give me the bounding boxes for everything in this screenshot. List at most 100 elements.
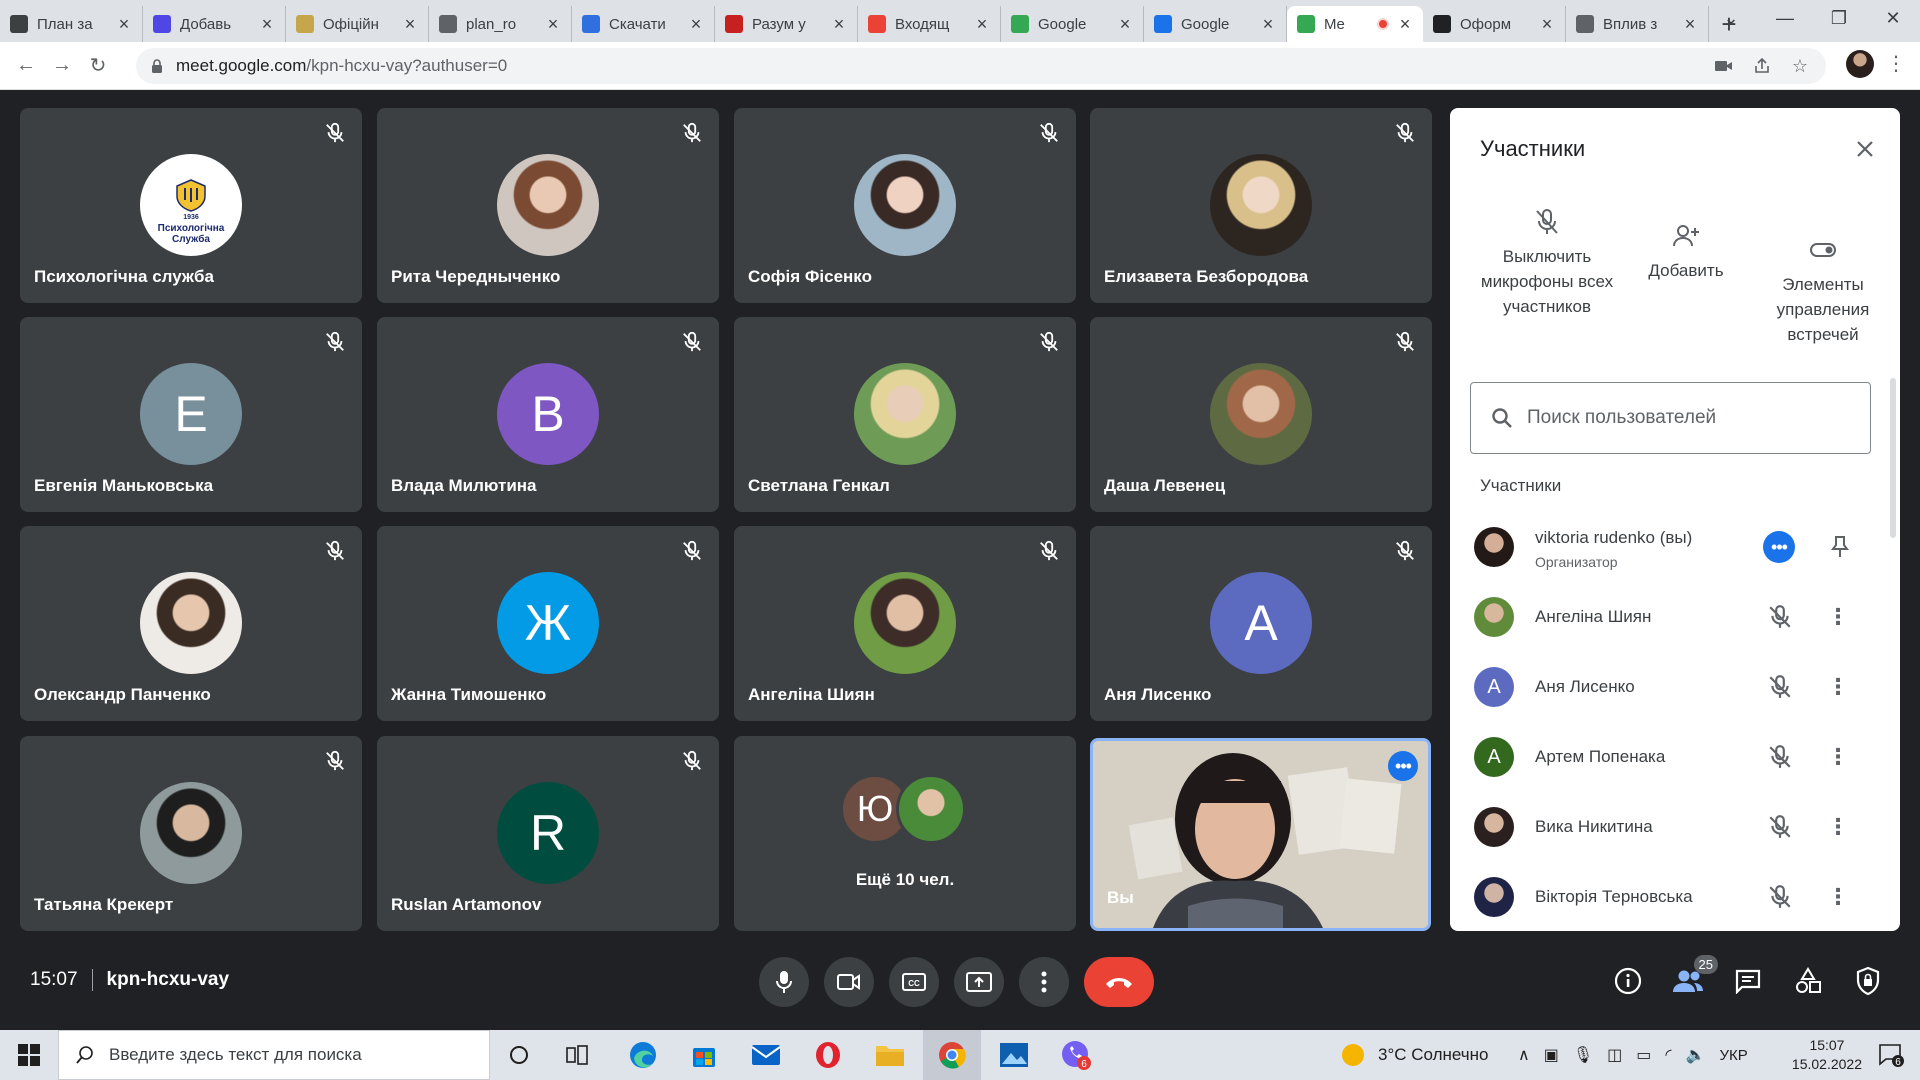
mic-off-icon[interactable] xyxy=(1766,603,1794,631)
address-bar[interactable]: meet.google.com/kpn-hcxu-vay?authuser=0 … xyxy=(136,48,1826,84)
profile-avatar[interactable] xyxy=(1846,50,1874,78)
browser-tab-5[interactable]: Разум у × xyxy=(715,6,858,42)
participant-list-item[interactable]: Ангеліна Шиян ⋮ xyxy=(1450,582,1900,652)
meeting-controls-button[interactable]: Элементы управления встречей xyxy=(1758,236,1888,347)
leave-call-button[interactable] xyxy=(1084,957,1154,1007)
participant-tile[interactable]: А Аня Лисенко xyxy=(1090,526,1432,721)
participant-list-item[interactable]: А Артем Попенака ⋮ xyxy=(1450,722,1900,792)
participant-list-item[interactable]: А Аня Лисенко ⋮ xyxy=(1450,652,1900,722)
mic-off-icon[interactable] xyxy=(1766,813,1794,841)
lock-icon[interactable] xyxy=(150,59,164,73)
viber-icon[interactable]: 6 xyxy=(1047,1030,1105,1080)
participant-tile[interactable]: Светлана Генкал xyxy=(734,317,1076,512)
more-vert-icon[interactable]: ⋮ xyxy=(1827,673,1849,701)
camera-button[interactable] xyxy=(824,957,874,1007)
participant-tile[interactable]: 1936 Психологічна Служба Психологічна служ… xyxy=(20,108,362,303)
participant-search-input[interactable] xyxy=(1527,407,1827,429)
back-arrow-icon[interactable]: ← xyxy=(8,48,44,84)
tab-close-icon[interactable]: × xyxy=(1682,14,1698,35)
people-button[interactable]: 25 xyxy=(1670,955,1718,999)
browser-tab-11[interactable]: Вплив з × xyxy=(1566,6,1709,42)
participant-search[interactable] xyxy=(1470,382,1871,454)
microphone-button[interactable] xyxy=(759,957,809,1007)
participant-list-item[interactable]: Вікторія Терновська ⋮ xyxy=(1450,862,1900,931)
participant-tile[interactable]: В Влада Милютина xyxy=(377,317,719,512)
edge-browser-icon[interactable] xyxy=(614,1030,672,1080)
participant-tile[interactable]: Ангеліна Шиян xyxy=(734,526,1076,721)
mute-all-button[interactable]: Выключить микрофоны всех участников xyxy=(1472,208,1622,319)
captions-button[interactable]: CC xyxy=(889,957,939,1007)
tab-close-icon[interactable]: × xyxy=(545,14,561,35)
weather-widget[interactable]: 3°C Солнечно xyxy=(1340,1030,1489,1080)
browser-tab-2[interactable]: Офіційн × xyxy=(286,6,429,42)
mic-off-icon[interactable] xyxy=(1766,673,1794,701)
close-panel-icon[interactable] xyxy=(1850,134,1880,164)
participant-tile[interactable]: Татьяна Крекерт xyxy=(20,736,362,931)
tray-display-icon[interactable]: ◫ xyxy=(1607,1045,1622,1065)
minimize-window-icon[interactable]: — xyxy=(1758,0,1812,36)
photos-app-icon[interactable] xyxy=(985,1030,1043,1080)
host-controls-button[interactable] xyxy=(1850,963,1886,999)
tab-close-icon[interactable]: × xyxy=(1539,14,1555,35)
bookmark-star-icon[interactable]: ☆ xyxy=(1790,56,1810,76)
taskbar-clock[interactable]: 15:07 15.02.2022 xyxy=(1792,1036,1862,1074)
participant-tile[interactable]: Даша Левенец xyxy=(1090,317,1432,512)
notification-center-icon[interactable]: 6 xyxy=(1862,1030,1920,1080)
taskbar-search-input[interactable] xyxy=(109,1045,469,1065)
tab-close-icon[interactable]: × xyxy=(1397,14,1413,35)
opera-browser-icon[interactable] xyxy=(799,1030,857,1080)
panel-scrollbar[interactable] xyxy=(1890,378,1896,538)
more-actions-icon[interactable]: ••• xyxy=(1763,531,1795,563)
add-people-button[interactable]: Добавить xyxy=(1636,222,1736,283)
browser-tab-3[interactable]: plan_ro × xyxy=(429,6,572,42)
close-window-icon[interactable]: ✕ xyxy=(1866,0,1920,36)
task-view-icon[interactable] xyxy=(548,1030,606,1080)
tray-volume-icon[interactable]: 🔈 xyxy=(1686,1045,1706,1065)
more-vert-icon[interactable]: ⋮ xyxy=(1827,603,1849,631)
activities-button[interactable] xyxy=(1790,963,1826,999)
participant-tile[interactable]: R Ruslan Artamonov xyxy=(377,736,719,931)
file-explorer-icon[interactable] xyxy=(861,1030,919,1080)
meeting-details-button[interactable] xyxy=(1610,963,1646,999)
more-vert-icon[interactable]: ⋮ xyxy=(1827,813,1849,841)
cortana-icon[interactable] xyxy=(490,1030,548,1080)
self-video-tile[interactable]: ••• Вы xyxy=(1090,738,1431,931)
mail-icon[interactable] xyxy=(737,1030,795,1080)
participant-tile[interactable]: Ж Жанна Тимошенко xyxy=(377,526,719,721)
tab-close-icon[interactable]: × xyxy=(974,14,990,35)
windows-start-button[interactable] xyxy=(0,1030,58,1080)
camera-in-use-icon[interactable] xyxy=(1714,56,1734,76)
forward-arrow-icon[interactable]: → xyxy=(44,48,80,84)
browser-tab-8[interactable]: Google × xyxy=(1144,6,1287,42)
browser-tab-4[interactable]: Скачати × xyxy=(572,6,715,42)
tray-device-icon[interactable]: ▣ xyxy=(1544,1045,1559,1065)
microsoft-store-icon[interactable] xyxy=(675,1030,733,1080)
tab-close-icon[interactable]: × xyxy=(831,14,847,35)
tray-battery-icon[interactable]: ▭ xyxy=(1636,1045,1651,1065)
browser-tab-1[interactable]: Добавь × xyxy=(143,6,286,42)
tray-microphone-icon[interactable]: 🎙 xyxy=(1573,1045,1593,1065)
chrome-browser-icon[interactable] xyxy=(923,1030,981,1080)
tab-search-chevron-icon[interactable]: ⌄ xyxy=(1704,0,1758,36)
self-tile-more-options-icon[interactable]: ••• xyxy=(1388,751,1418,781)
tab-close-icon[interactable]: × xyxy=(1117,14,1133,35)
browser-tab-10[interactable]: Оформ × xyxy=(1423,6,1566,42)
participant-tile[interactable]: Елизавета Безбородова xyxy=(1090,108,1432,303)
participant-list-item[interactable]: Вика Никитина ⋮ xyxy=(1450,792,1900,862)
more-vert-icon[interactable]: ⋮ xyxy=(1827,883,1849,911)
chat-button[interactable] xyxy=(1730,963,1766,999)
participant-tile[interactable]: Е Евгенія Маньковська xyxy=(20,317,362,512)
reload-icon[interactable]: ↻ xyxy=(80,48,116,84)
browser-tab-9[interactable]: Me × xyxy=(1287,6,1423,42)
browser-tab-6[interactable]: Входящ × xyxy=(858,6,1001,42)
more-options-button[interactable] xyxy=(1019,957,1069,1007)
restore-window-icon[interactable]: ❐ xyxy=(1812,0,1866,36)
tab-close-icon[interactable]: × xyxy=(259,14,275,35)
share-icon[interactable] xyxy=(1752,56,1772,76)
participant-tile[interactable]: Рита Чередныченко xyxy=(377,108,719,303)
mic-off-icon[interactable] xyxy=(1766,883,1794,911)
tray-wifi-icon[interactable]: ◜ xyxy=(1665,1045,1671,1065)
others-tile[interactable]: Ю Ещё 10 чел. xyxy=(734,736,1076,931)
present-screen-button[interactable] xyxy=(954,957,1004,1007)
tab-close-icon[interactable]: × xyxy=(116,14,132,35)
